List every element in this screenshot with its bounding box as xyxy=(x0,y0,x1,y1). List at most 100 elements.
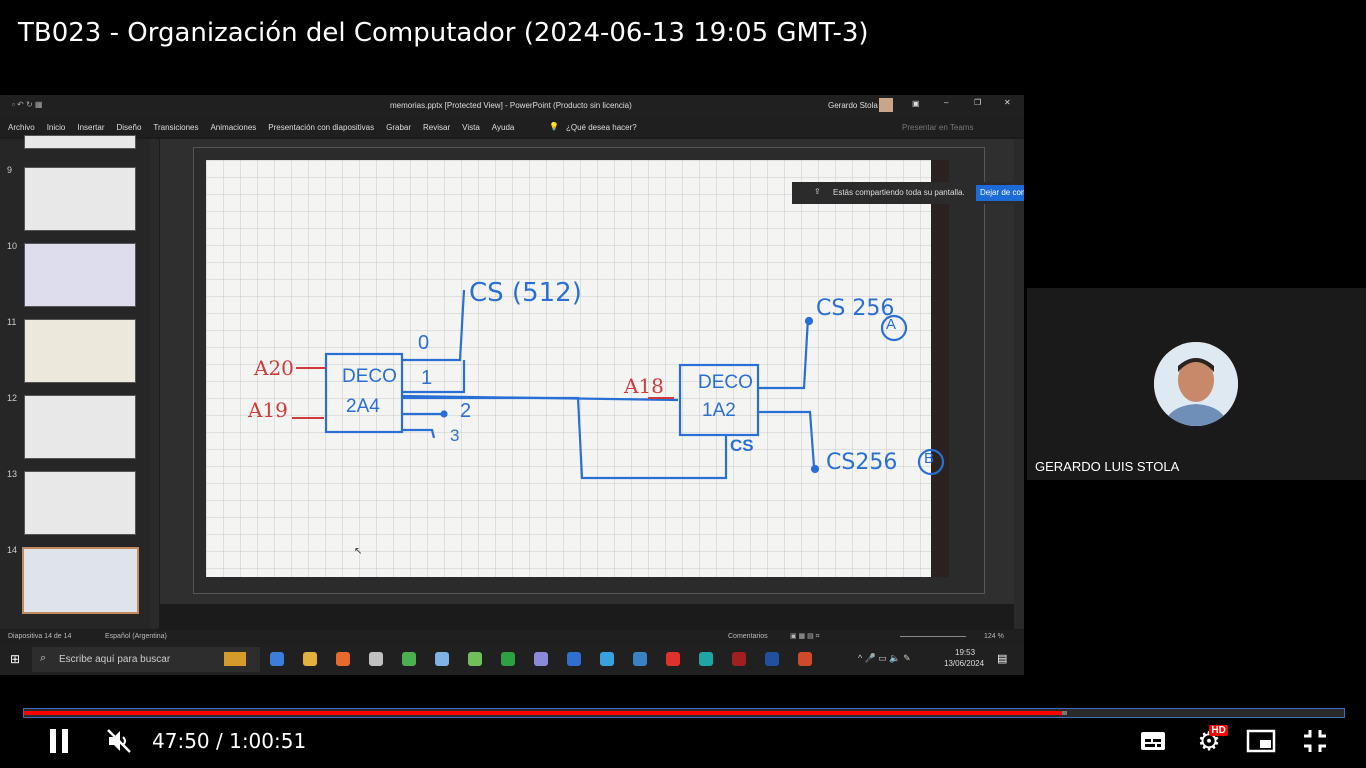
taskbar-app-icon[interactable] xyxy=(534,652,548,666)
thumbnail-number: 12 xyxy=(7,393,18,403)
slide-thumbnail-8[interactable] xyxy=(24,135,136,149)
settings-button[interactable]: ⚙ HD xyxy=(1194,724,1228,756)
ribbon-tab-0[interactable]: Archivo xyxy=(8,123,35,132)
taskbar-search-input[interactable]: Escribe aquí para buscar xyxy=(59,654,170,665)
user-name: Gerardo Stola xyxy=(828,101,878,110)
thumbnail-number: 13 xyxy=(7,469,18,479)
paper-edge-shadow xyxy=(931,160,949,577)
settings-icon: ⚙ HD xyxy=(1197,724,1228,756)
exit-fullscreen-button[interactable] xyxy=(1300,726,1330,756)
editor-scrollbar[interactable] xyxy=(1014,139,1024,629)
taskbar-app-icon[interactable] xyxy=(402,652,416,666)
zoom-level[interactable]: 124 % xyxy=(984,633,1004,640)
slide-thumbnail-10[interactable] xyxy=(24,243,136,307)
label-out3: 3 xyxy=(450,426,460,445)
taskbar-app-icon[interactable] xyxy=(699,652,713,666)
volume-muted-icon xyxy=(107,729,131,753)
status-bar: Diapositiva 14 de 14 Español (Argentina)… xyxy=(0,630,1024,644)
zoom-slider[interactable] xyxy=(900,636,966,637)
ribbon-display-icon[interactable]: ▣ xyxy=(912,99,920,108)
subtitles-button[interactable] xyxy=(1138,726,1168,756)
share-screen-icon: ⇪ xyxy=(814,187,821,196)
quick-access-icons: ▫ ↶ ↻ ▦ xyxy=(12,100,43,109)
participant-tile: GERARDO LUIS STOLA xyxy=(1027,288,1366,480)
taskbar-app-icon[interactable] xyxy=(270,652,284,666)
participant-name: GERARDO LUIS STOLA xyxy=(1035,459,1180,474)
thumbnails-scrollbar[interactable] xyxy=(150,139,159,629)
mute-button[interactable] xyxy=(104,726,134,756)
taskbar-app-icon[interactable] xyxy=(765,652,779,666)
close-icon[interactable]: ✕ xyxy=(1004,98,1011,107)
ribbon-tabs: Archivo Inicio Insertar Diseño Transiciones A… xyxy=(0,117,1024,137)
restore-icon[interactable]: ❐ xyxy=(974,98,981,107)
minimize-icon[interactable]: – xyxy=(944,98,948,107)
taskbar-apps xyxy=(270,651,830,669)
notifications-icon[interactable]: ▤ xyxy=(997,652,1007,665)
system-tray-icons[interactable]: ^ 🎤 ▭ 🔈 ✎ xyxy=(858,653,911,664)
label-cs: CS xyxy=(730,436,754,455)
ribbon-tab-3[interactable]: Diseño xyxy=(117,123,142,132)
taskbar-search-box[interactable]: ⌕ Escribe aquí para buscar xyxy=(32,647,260,672)
miniplayer-button[interactable] xyxy=(1246,726,1276,756)
view-buttons[interactable]: ▣ ▦ ▤ ⌗ xyxy=(790,632,820,641)
window-title: memorias.pptx [Protected View] - PowerPo… xyxy=(390,101,632,110)
label-a20: A20 xyxy=(254,356,294,380)
ribbon-tab-5[interactable]: Animaciones xyxy=(210,123,256,132)
taskbar-app-icon[interactable] xyxy=(468,652,482,666)
ribbon-tab-6[interactable]: Presentación con diapositivas xyxy=(268,123,374,132)
windows-taskbar: ⊞ ⌕ Escribe aquí para buscar ^ 🎤 ▭ 🔈 ✎ 1… xyxy=(0,644,1024,675)
taskbar-app-icon[interactable] xyxy=(633,652,647,666)
deco2-line2: 1A2 xyxy=(702,400,736,421)
deco1-line1: DECO xyxy=(342,366,397,387)
exit-fullscreen-icon xyxy=(1304,730,1326,752)
status-slide-count: Diapositiva 14 de 14 xyxy=(8,633,72,640)
ribbon-tab-8[interactable]: Revisar xyxy=(423,123,450,132)
taskbar-app-icon[interactable] xyxy=(501,652,515,666)
taskbar-app-icon[interactable] xyxy=(303,652,317,666)
node-cs256a xyxy=(804,316,814,326)
ribbon-tab-1[interactable]: Inicio xyxy=(47,123,66,132)
pause-button[interactable] xyxy=(44,726,74,756)
thumbnail-number: 11 xyxy=(7,317,17,327)
deco2-line1: DECO xyxy=(698,372,753,393)
taskbar-app-icon[interactable] xyxy=(732,652,746,666)
thumbnail-number: 10 xyxy=(7,241,18,251)
windows-start-icon[interactable]: ⊞ xyxy=(10,652,20,666)
handwritten-diagram: CS (512) CS 256 A CS256 B A20 A19 A18 DE… xyxy=(206,160,949,577)
taskbar-app-icon[interactable] xyxy=(600,652,614,666)
ribbon-tab-7[interactable]: Grabar xyxy=(386,123,411,132)
comments-button[interactable]: Comentarios xyxy=(728,633,768,640)
hd-badge: HD xyxy=(1209,724,1228,736)
participant-avatar xyxy=(1154,342,1238,426)
taskbar-app-icon[interactable] xyxy=(336,652,350,666)
clock-time[interactable]: 19:53 xyxy=(955,648,975,657)
taskbar-app-icon[interactable] xyxy=(435,652,449,666)
status-language[interactable]: Español (Argentina) xyxy=(105,633,167,640)
subtitles-icon xyxy=(1141,732,1165,750)
ribbon-tab-9[interactable]: Vista xyxy=(462,123,480,132)
ribbon-tab-10[interactable]: Ayuda xyxy=(492,123,515,132)
video-title: TB023 - Organización del Computador (202… xyxy=(18,18,869,48)
taskbar-app-icon[interactable] xyxy=(798,652,812,666)
taskbar-app-icon[interactable] xyxy=(369,652,383,666)
slide-thumbnail-11[interactable] xyxy=(24,319,136,383)
label-b: B xyxy=(924,450,935,467)
slide-thumbnail-9[interactable] xyxy=(24,167,136,231)
taskbar-app-icon[interactable] xyxy=(666,652,680,666)
slide-thumbnail-12[interactable] xyxy=(24,395,136,459)
user-avatar[interactable] xyxy=(879,98,893,112)
slide-thumbnails-panel[interactable]: 9 10 11 12 13 14 xyxy=(0,135,150,629)
ribbon-tab-4[interactable]: Transiciones xyxy=(153,123,198,132)
slide-thumbnail-14-selected[interactable] xyxy=(22,547,139,614)
video-progress-bar[interactable] xyxy=(23,708,1345,718)
powerpoint-titlebar: ▫ ↶ ↻ ▦ memorias.pptx [Protected View] -… xyxy=(0,95,1024,117)
present-teams-button[interactable]: Presentar en Teams xyxy=(902,123,973,132)
time-display: 47:50 / 1:00:51 xyxy=(152,729,306,753)
taskbar-app-icon[interactable] xyxy=(567,652,581,666)
ribbon-tab-2[interactable]: Insertar xyxy=(77,123,104,132)
share-banner-text: Estás compartiendo toda su pantalla. xyxy=(833,188,965,197)
tell-me-search[interactable]: ¿Qué desea hacer? xyxy=(566,123,637,132)
slide-thumbnail-13[interactable] xyxy=(24,471,136,535)
stop-sharing-button[interactable]: Dejar de compartir xyxy=(976,185,1024,201)
clock-date[interactable]: 13/06/2024 xyxy=(944,659,984,668)
